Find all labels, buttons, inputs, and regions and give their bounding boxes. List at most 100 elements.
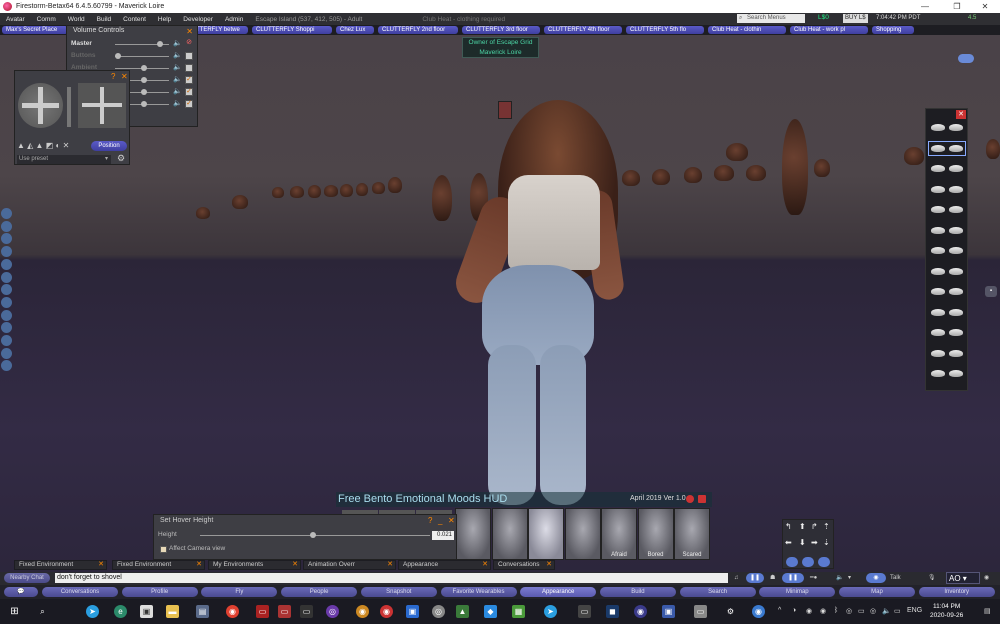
- backward-icon[interactable]: ⬇: [799, 538, 806, 547]
- enable-checkbox[interactable]: ✓: [185, 100, 193, 108]
- mood-face-button[interactable]: [528, 508, 564, 560]
- expression-eyes-button[interactable]: [928, 140, 966, 156]
- side-panel-toggle[interactable]: ▪: [985, 286, 997, 297]
- media-pause-button[interactable]: ❚❚: [782, 573, 804, 583]
- volume-slider-knob[interactable]: [141, 77, 148, 83]
- favorite-landmark[interactable]: Club Heat - work pl: [790, 26, 868, 34]
- app-icon[interactable]: ◉: [634, 605, 647, 618]
- expression-eyes-button[interactable]: [929, 183, 965, 196]
- app-icon[interactable]: ▭: [578, 605, 591, 618]
- volume-slider[interactable]: ━●: [810, 573, 817, 583]
- floater-tab[interactable]: Animation Overr ✕: [303, 560, 396, 570]
- ao-toggle[interactable]: AO ▾: [946, 572, 980, 584]
- camera-zoom-slider[interactable]: [67, 87, 71, 127]
- menu-build[interactable]: Build: [91, 16, 117, 23]
- walk-mode-button[interactable]: [786, 557, 798, 567]
- close-icon[interactable]: ✕: [186, 27, 193, 36]
- menu-comm[interactable]: Comm: [31, 16, 62, 23]
- speaker-icon[interactable]: 🔈: [173, 39, 182, 47]
- close-icon[interactable]: ✕: [196, 561, 202, 569]
- telegram-icon[interactable]: ➤: [86, 605, 99, 618]
- toolbar-button-inventory[interactable]: Inventory: [918, 587, 995, 597]
- notification-icon[interactable]: ▤: [984, 607, 991, 615]
- toolbar-button-profile[interactable]: Profile: [121, 587, 198, 597]
- menu-avatar[interactable]: Avatar: [0, 16, 31, 23]
- expression-eyes-button[interactable]: [929, 203, 965, 216]
- globe-icon[interactable]: [1, 208, 12, 219]
- tray-icon[interactable]: ◉: [806, 607, 812, 615]
- network-icon[interactable]: ▭: [858, 607, 865, 615]
- inspect-toggle-button[interactable]: [958, 54, 974, 63]
- camera-orbit-control[interactable]: [18, 83, 63, 128]
- expression-eyes-button[interactable]: [929, 224, 965, 237]
- help-icon[interactable]: ?: [111, 72, 115, 81]
- wall-sign[interactable]: [498, 101, 512, 119]
- show-hidden-icons[interactable]: ^: [778, 607, 781, 614]
- volume-slider-knob[interactable]: [141, 101, 148, 107]
- close-icon[interactable]: [698, 495, 706, 503]
- app-icon[interactable]: ◉: [752, 605, 765, 618]
- side-view-icon[interactable]: ◭: [27, 141, 33, 150]
- expression-eyes-button[interactable]: [929, 367, 965, 380]
- firestorm-icon[interactable]: ◉: [356, 605, 369, 618]
- close-button[interactable]: ✕: [970, 0, 1000, 13]
- camera-pan-control[interactable]: [78, 83, 126, 128]
- app-icon[interactable]: ▦: [512, 605, 525, 618]
- strafe-left-icon[interactable]: ⬅: [785, 538, 792, 547]
- expression-eyes-button[interactable]: [929, 285, 965, 298]
- crouch-icon[interactable]: ⇣: [823, 538, 830, 547]
- expression-eyes-button[interactable]: [929, 244, 965, 257]
- people-icon[interactable]: [1, 271, 12, 283]
- telegram-icon[interactable]: ➤: [544, 605, 557, 618]
- mute-icon[interactable]: ⊘: [185, 39, 193, 48]
- expression-eyes-button[interactable]: [929, 326, 965, 339]
- enable-checkbox[interactable]: ✓: [185, 88, 193, 96]
- close-icon[interactable]: ✕: [546, 561, 552, 569]
- menu-world[interactable]: World: [62, 16, 91, 23]
- camera-preset-dropdown[interactable]: Use preset ▾: [17, 155, 111, 164]
- folder-icon[interactable]: ▬: [166, 605, 179, 618]
- voice-button[interactable]: ◉: [866, 573, 886, 583]
- volume-slider-knob[interactable]: [156, 41, 163, 47]
- favorite-landmark[interactable]: CLUTTERFLY 4th floor: [544, 26, 622, 34]
- taskbar-clock[interactable]: 11:04 PM 2020-09-26: [930, 602, 963, 620]
- close-icon[interactable]: ✕: [292, 561, 298, 569]
- favorite-landmark[interactable]: CLUTTERFLY 2nd floor: [378, 26, 458, 34]
- toolbar-button-fly[interactable]: Fly: [201, 587, 278, 597]
- tray-icon[interactable]: ◑: [792, 607, 796, 614]
- chat-bubble-button[interactable]: 💬: [4, 587, 38, 597]
- volume-slider-knob[interactable]: [141, 65, 148, 71]
- strafe-right-icon[interactable]: ➡: [811, 538, 818, 547]
- height-value-field[interactable]: 0.021: [432, 531, 454, 540]
- floater-tab[interactable]: Appearance ✕: [398, 560, 491, 570]
- menu-content[interactable]: Content: [117, 16, 152, 23]
- chat-input[interactable]: don't forget to shovel: [55, 573, 728, 583]
- nearby-chat-button[interactable]: Nearby Chat: [4, 573, 50, 583]
- forward-icon[interactable]: ⬆: [799, 522, 806, 531]
- reset-icon[interactable]: ✕: [63, 141, 70, 150]
- settings-icon[interactable]: [686, 495, 694, 503]
- bluetooth-icon[interactable]: ᛒ: [834, 607, 838, 614]
- tray-icon[interactable]: ◎: [846, 607, 852, 615]
- mouselook-icon[interactable]: ◐: [56, 141, 61, 150]
- enable-checkbox[interactable]: [185, 64, 193, 72]
- affect-camera-checkbox[interactable]: [160, 546, 167, 553]
- close-icon[interactable]: ✕: [387, 561, 393, 569]
- floater-tab[interactable]: My Environments ✕: [208, 560, 301, 570]
- expression-eyes-button[interactable]: [929, 265, 965, 278]
- search-icon[interactable]: ⌕: [36, 605, 49, 618]
- tray-icon[interactable]: ▭: [894, 607, 901, 615]
- app-icon[interactable]: ▭: [278, 605, 291, 618]
- favorite-landmark[interactable]: CLUTTERFLY 3rd floor: [462, 26, 540, 34]
- toolbar-button-snapshot[interactable]: Snapshot: [360, 587, 437, 597]
- toolbar-button-appearance[interactable]: Appearance: [520, 587, 597, 597]
- mood-face-button[interactable]: Bored: [637, 508, 674, 560]
- speaker-icon[interactable]: 🔈: [836, 573, 843, 583]
- floater-tab[interactable]: Fixed Environment ✕: [112, 560, 205, 570]
- turn-right-icon[interactable]: ↱: [811, 522, 818, 531]
- app-icon[interactable]: ▣: [406, 605, 419, 618]
- volume-slider[interactable]: [115, 56, 169, 57]
- expression-eyes-button[interactable]: [929, 347, 965, 360]
- firestorm-icon[interactable]: ◉: [380, 605, 393, 618]
- app-icon[interactable]: ▭: [300, 605, 313, 618]
